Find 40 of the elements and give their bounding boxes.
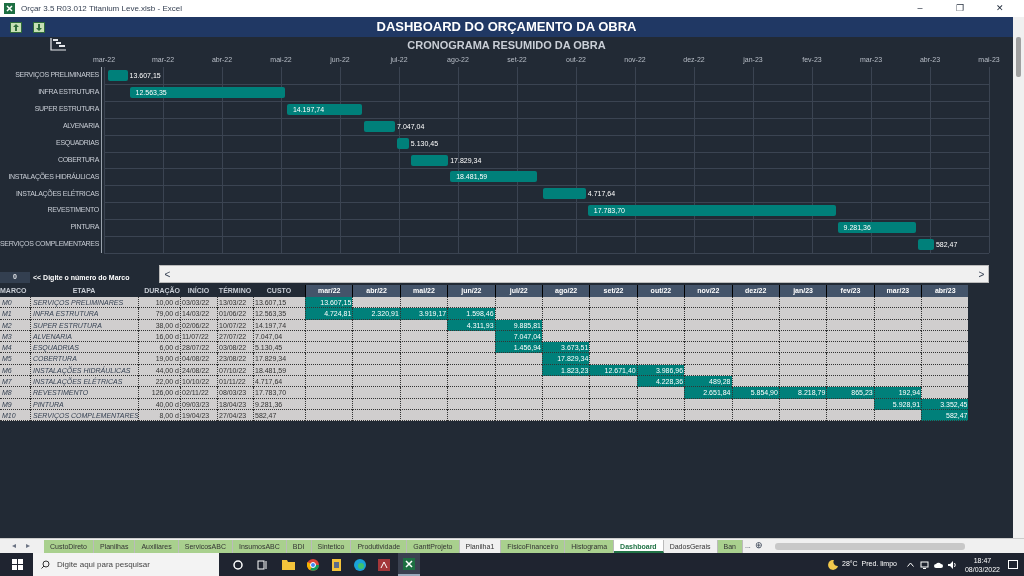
sheet-next-button[interactable]: ▸: [26, 540, 30, 552]
gantt-bar: [918, 239, 934, 251]
gantt-bar: [363, 120, 396, 132]
moon-icon: [828, 559, 838, 570]
document-icon[interactable]: [331, 558, 342, 571]
spreadsheet-icon[interactable]: [403, 557, 415, 570]
gantt-bar: [542, 188, 586, 200]
task-view-icon[interactable]: [257, 559, 268, 570]
scrollbar-thumb[interactable]: [1016, 37, 1021, 77]
gantt-bar: [410, 154, 449, 166]
network-icon[interactable]: [919, 560, 929, 569]
sheet-prev-button[interactable]: ◂: [12, 540, 16, 552]
close-button[interactable]: ✕: [980, 1, 1020, 16]
speaker-icon[interactable]: [947, 560, 957, 569]
minimize-button[interactable]: –: [900, 1, 940, 16]
search-icon: [41, 560, 50, 569]
scroll-left-button[interactable]: <: [160, 266, 175, 282]
windows-logo-icon[interactable]: [12, 559, 23, 570]
gantt-icon: [50, 37, 67, 51]
window-title: Orçar 3.5 R03.012 Titanium Leve.xlsb - Excel: [21, 2, 182, 15]
horizontal-scrollbar[interactable]: [774, 542, 965, 550]
restore-button[interactable]: ❐: [940, 1, 980, 16]
taskbar-search-field[interactable]: Digite aqui para pesquisar: [33, 553, 219, 576]
circle-icon[interactable]: [233, 559, 243, 570]
scroll-right-button[interactable]: >: [974, 266, 989, 282]
browser-icon[interactable]: [354, 558, 366, 571]
folder-icon[interactable]: [282, 559, 295, 570]
gantt-bar: [107, 69, 128, 81]
chart-title: CRONOGRAMA RESUMIDO DA OBRA: [407, 38, 606, 54]
database-icon[interactable]: [378, 558, 390, 571]
spreadsheet-icon: [4, 3, 15, 14]
download-icon[interactable]: [33, 22, 45, 33]
add-sheet-button[interactable]: ⊕: [754, 539, 763, 553]
browser-icon[interactable]: [307, 558, 319, 571]
dashboard-title: DASHBOARD DO ORÇAMENTO DA OBRA: [376, 18, 637, 37]
caret-icon[interactable]: [906, 562, 914, 567]
gantt-bar: [397, 137, 409, 149]
cloud-icon[interactable]: [933, 561, 943, 568]
upload-icon[interactable]: [10, 22, 22, 33]
notification-icon[interactable]: [1008, 559, 1018, 570]
